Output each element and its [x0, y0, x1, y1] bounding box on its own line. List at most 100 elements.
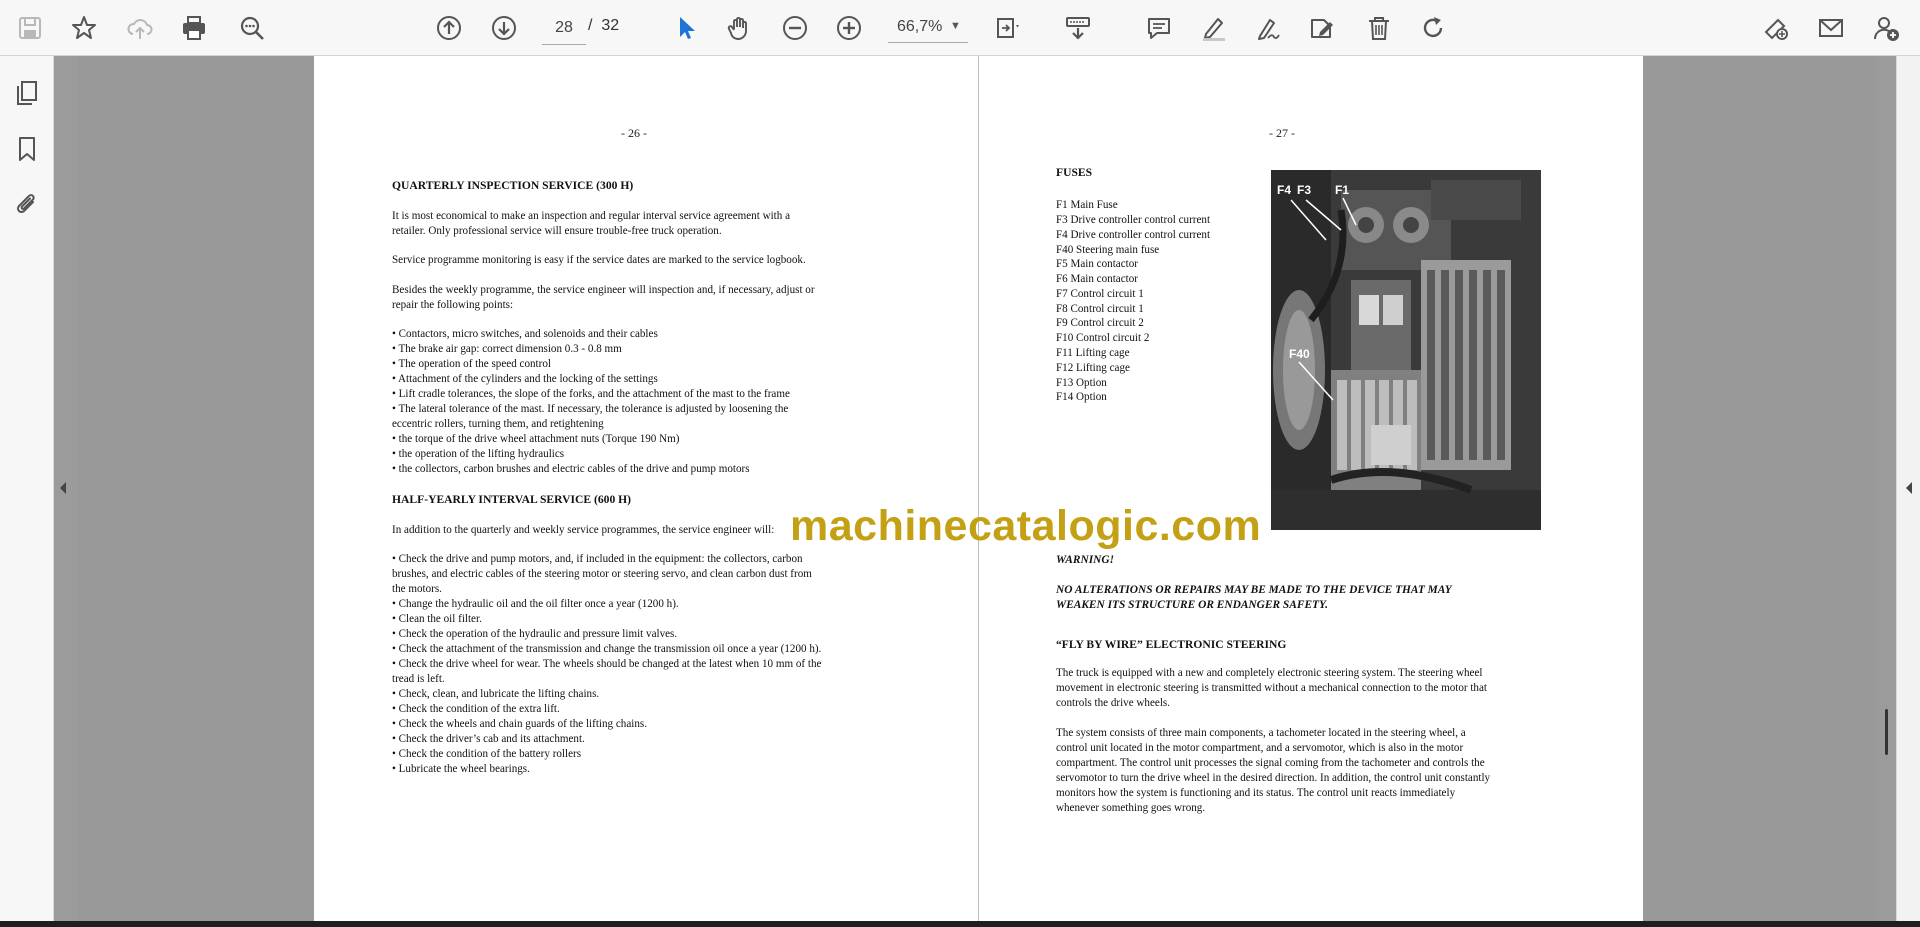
paragraph-line: repair the following points:	[392, 299, 514, 311]
scroll-mode-icon[interactable]	[1060, 10, 1096, 46]
list-item: • Check the condition of the battery rol…	[392, 748, 582, 760]
paragraph-line: monitors how the system is functioning a…	[1056, 787, 1456, 799]
zoom-level-select[interactable]: 66,7% ▼	[888, 12, 968, 43]
list-item: • Check the wheels and chain guards of t…	[392, 718, 647, 730]
page-number: - 27 -	[1269, 126, 1295, 140]
page-number: - 26 -	[621, 126, 647, 140]
list-item: • Change the hydraulic oil and the oil f…	[392, 598, 679, 610]
list-item: • Check the drive and pump motors, and, …	[392, 553, 803, 565]
page-total: / 32	[588, 17, 619, 35]
save-icon[interactable]	[12, 10, 48, 46]
paragraph-line: Besides the weekly programme, the servic…	[392, 284, 815, 296]
pages-thumbnail-icon[interactable]	[10, 76, 44, 110]
scrollbar-thumb[interactable]	[1885, 709, 1888, 755]
list-item: • Lubricate the wheel bearings.	[392, 763, 530, 775]
bookmark-star-icon[interactable]	[66, 10, 102, 46]
stamp-icon[interactable]	[1304, 10, 1340, 46]
list-item: brushes, and electric cables of the stee…	[392, 568, 812, 580]
section-heading: HALF-YEARLY INTERVAL SERVICE (600 H)	[392, 493, 632, 506]
page-separator: /	[588, 17, 593, 34]
fuse-item: F8 Control circuit 1	[1056, 303, 1144, 315]
fuse-item: F14 Option	[1056, 391, 1107, 403]
page-number-input[interactable]	[542, 12, 586, 45]
highlight-icon[interactable]	[1196, 10, 1232, 46]
list-item: the motors.	[392, 583, 442, 595]
photo-label-f4: F4	[1277, 183, 1291, 197]
fuse-panel-photo: F4 F3 F1 F40	[1271, 170, 1541, 530]
taskbar-strip	[0, 921, 1920, 927]
list-item: • Check the drive wheel for wear. The wh…	[392, 658, 822, 670]
paragraph-line: servomotor to turn the drive wheel in th…	[1056, 772, 1491, 784]
comment-icon[interactable]	[1141, 10, 1177, 46]
document-viewport: - 26 - QUARTERLY INSPECTION SERVICE (300…	[78, 56, 1876, 921]
print-icon[interactable]	[176, 10, 212, 46]
warning-text: WEAKEN ITS STRUCTURE OR ENDANGER SAFETY.	[1056, 599, 1328, 611]
list-item: • the operation of the lifting hydraulic…	[392, 448, 565, 460]
attachments-icon[interactable]	[10, 188, 44, 222]
zoom-out-icon[interactable]	[777, 10, 813, 46]
fuse-item: F5 Main contactor	[1056, 258, 1138, 270]
list-item: • Clean the oil filter.	[392, 613, 482, 625]
paragraph-line: control unit located in the motor compar…	[1056, 742, 1464, 754]
fuse-item: F3 Drive controller control current	[1056, 214, 1211, 226]
cloud-upload-icon[interactable]	[122, 10, 158, 46]
fuse-item: F11 Lifting cage	[1056, 347, 1130, 359]
paragraph-line: The truck is equipped with a new and com…	[1056, 667, 1483, 679]
vertical-scrollbar[interactable]	[1876, 56, 1896, 921]
photo-label-f40: F40	[1289, 347, 1310, 361]
hand-tool-icon[interactable]	[722, 10, 758, 46]
page-down-icon[interactable]	[486, 10, 522, 46]
watermark: machinecatalogic.com	[790, 502, 1262, 550]
list-item: • Lift cradle tolerances, the slope of t…	[392, 388, 790, 400]
paragraph-line: It is most economical to make an inspect…	[392, 210, 790, 222]
draw-icon[interactable]	[1250, 10, 1286, 46]
list-item: • Check the attachment of the transmissi…	[392, 643, 822, 655]
list-item: • the torque of the drive wheel attachme…	[392, 433, 680, 445]
fit-page-icon[interactable]	[990, 10, 1026, 46]
list-item: • Check the operation of the hydraulic a…	[392, 628, 678, 640]
email-icon[interactable]	[1813, 10, 1849, 46]
fuses-heading: FUSES	[1056, 166, 1093, 179]
expand-right-icon[interactable]	[1902, 480, 1916, 496]
fuse-item: F10 Control circuit 2	[1056, 332, 1150, 344]
warning-title: WARNING!	[1056, 554, 1115, 566]
list-item: • the collectors, carbon brushes and ele…	[392, 463, 750, 475]
section-heading: QUARTERLY INSPECTION SERVICE (300 H)	[392, 179, 634, 192]
toolbar: / 32 66,7% ▼	[0, 0, 1920, 56]
paragraph-line: Service programme monitoring is easy if …	[392, 254, 806, 266]
add-user-icon[interactable]	[1868, 10, 1904, 46]
collapse-left-icon[interactable]	[56, 480, 70, 496]
navigation-pane	[0, 56, 54, 921]
list-item: • Attachment of the cylinders and the lo…	[392, 373, 658, 385]
chevron-down-icon: ▼	[950, 20, 961, 32]
bookmarks-icon[interactable]	[10, 132, 44, 166]
zoom-search-icon[interactable]	[234, 10, 270, 46]
paragraph-line: retailer. Only professional service will…	[392, 225, 722, 237]
share-link-icon[interactable]	[1758, 10, 1794, 46]
zoom-level: 66,7%	[897, 18, 943, 35]
list-item: • Check the driver’s cab and its attachm…	[392, 733, 585, 745]
list-item: • Check the condition of the extra lift.	[392, 703, 560, 715]
warning-text: NO ALTERATIONS OR REPAIRS MAY BE MADE TO…	[1056, 584, 1452, 596]
list-item: • The lateral tolerance of the mast. If …	[392, 403, 789, 415]
list-item: tread is left.	[392, 673, 445, 685]
section-heading: “FLY BY WIRE” ELECTRONIC STEERING	[1056, 638, 1287, 651]
page-up-icon[interactable]	[431, 10, 467, 46]
paragraph-line: compartment. The control unit processes …	[1056, 757, 1485, 769]
rotate-icon[interactable]	[1415, 10, 1451, 46]
fuse-item: F7 Control circuit 1	[1056, 288, 1144, 300]
delete-icon[interactable]	[1361, 10, 1397, 46]
list-item: • Contactors, micro switches, and soleno…	[392, 328, 658, 340]
fuse-item: F9 Control circuit 2	[1056, 317, 1144, 329]
paragraph-line: The system consists of three main compon…	[1056, 727, 1466, 739]
fuse-item: F4 Drive controller control current	[1056, 229, 1211, 241]
list-item: • Check, clean, and lubricate the liftin…	[392, 688, 600, 700]
fuse-item: F40 Steering main fuse	[1056, 244, 1160, 256]
list-item: • The brake air gap: correct dimension 0…	[392, 343, 622, 355]
zoom-in-icon[interactable]	[831, 10, 867, 46]
fuse-item: F12 Lifting cage	[1056, 362, 1130, 374]
fuse-item: F13 Option	[1056, 377, 1107, 389]
fuse-item: F1 Main Fuse	[1056, 199, 1118, 211]
select-cursor-icon[interactable]	[668, 10, 704, 46]
paragraph-line: controls the drive wheels.	[1056, 697, 1170, 709]
